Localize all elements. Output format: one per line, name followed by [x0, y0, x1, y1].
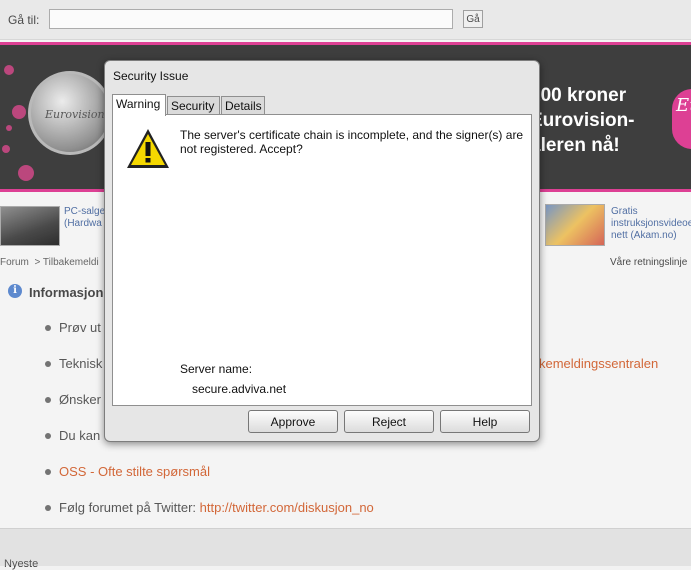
reject-button[interactable]: Reject	[344, 410, 434, 433]
dialog-title: Security Issue	[113, 69, 189, 83]
tab-warning[interactable]: Warning	[112, 94, 166, 116]
tab-security[interactable]: Security	[167, 96, 220, 115]
warning-triangle-icon	[127, 129, 169, 168]
tab-details[interactable]: Details	[221, 96, 265, 115]
security-issue-dialog: Security Issue Warning Security Details …	[104, 60, 540, 442]
approve-button[interactable]: Approve	[248, 410, 338, 433]
warning-panel: The server's certificate chain is incomp…	[112, 114, 532, 406]
help-button[interactable]: Help	[440, 410, 530, 433]
server-name-value: secure.adviva.net	[192, 382, 287, 396]
server-name-label: Server name:	[180, 362, 253, 376]
warning-message: The server's certificate chain is incomp…	[180, 128, 524, 156]
